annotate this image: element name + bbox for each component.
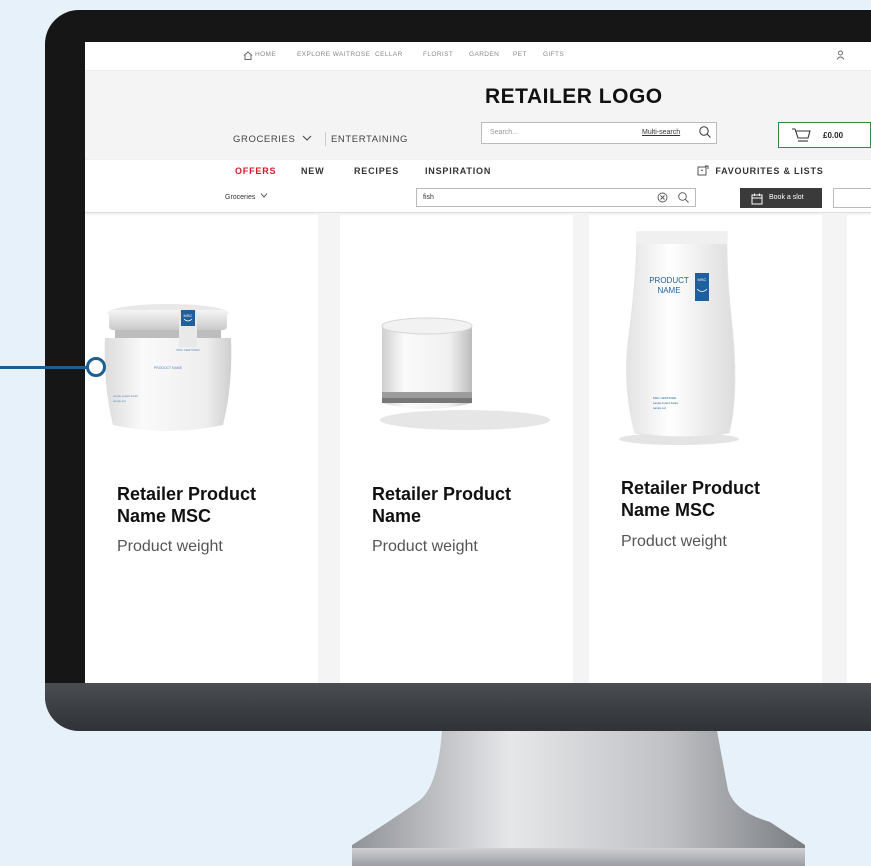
product-name[interactable]: Retailer Product Name — [372, 483, 511, 527]
product-name[interactable]: Retailer Product Name MSC — [117, 483, 256, 527]
product-search-field[interactable]: fish — [416, 188, 696, 207]
product-name-line-1: Retailer Product — [117, 484, 257, 504]
search-icon[interactable] — [698, 125, 712, 144]
menu-new[interactable]: NEW — [301, 166, 324, 176]
entertaining-menu[interactable]: ENTERTAINING — [331, 134, 408, 145]
product-name-line-1: Retailer Product — [372, 484, 512, 504]
search-box[interactable]: Search... Multi-search — [481, 122, 717, 144]
clear-search-icon[interactable] — [657, 192, 668, 205]
product-name-line-1: Retailer Product — [621, 478, 761, 498]
nav-pet[interactable]: PET — [513, 51, 527, 58]
main-menu: OFFERS NEW RECIPES INSPIRATION FAVOURITE… — [85, 159, 871, 183]
home-icon[interactable] — [243, 51, 253, 62]
callout-marker — [86, 357, 106, 377]
product-label-text: PRODUCT NAME — [154, 366, 183, 370]
basket-icon — [791, 127, 811, 148]
chevron-down-icon — [260, 193, 268, 198]
product-name-line-2: Name MSC — [117, 506, 212, 526]
divider — [325, 132, 326, 146]
groceries-menu[interactable]: GROCERIES — [233, 134, 312, 145]
svg-text:sample text: sample text — [113, 400, 126, 403]
product-image-pouch: PRODUCT NAME MSC MSC CERTIFIED sample pr… — [619, 231, 739, 445]
favourites-label: FAVOURITES & LISTS — [715, 166, 824, 176]
svg-text:sample product details: sample product details — [653, 402, 679, 405]
book-slot-label: Book a slot — [769, 194, 804, 201]
svg-text:MSC CERTIFIED: MSC CERTIFIED — [176, 348, 200, 352]
nav-garden[interactable]: GARDEN — [469, 51, 499, 58]
calendar-icon — [751, 192, 763, 210]
product-weight: Product weight — [117, 538, 223, 555]
menu-inspiration[interactable]: INSPIRATION — [425, 166, 491, 176]
chevron-down-icon — [302, 135, 312, 141]
nav-florist[interactable]: FLORIST — [423, 51, 453, 58]
search-input[interactable]: Search... — [490, 129, 518, 136]
basket-total: £0.00 — [823, 131, 844, 140]
favourites-lists-link[interactable]: FAVOURITES & LISTS — [697, 165, 824, 176]
category-select-value: Groceries — [225, 194, 256, 201]
svg-text:MSC CERTIFIED: MSC CERTIFIED — [653, 396, 677, 400]
svg-text:sample product details: sample product details — [113, 395, 139, 398]
product-name[interactable]: Retailer Product Name MSC — [621, 477, 760, 521]
svg-text:MSC: MSC — [184, 313, 193, 318]
browser-screen: HOME EXPLORE WAITROSE CELLAR FLORIST GAR… — [85, 42, 871, 683]
search-toolbar: Groceries fish Book a slot — [85, 182, 871, 213]
product-card[interactable]: MSC MSC CERTIFIED PRODUCT NAME sample pr… — [85, 215, 318, 683]
nav-explore-waitrose[interactable]: EXPLORE WAITROSE — [297, 51, 370, 58]
svg-text:NAME: NAME — [657, 286, 680, 295]
product-name-line-2: Name MSC — [621, 500, 716, 520]
favourites-icon — [697, 165, 709, 176]
nav-gifts[interactable]: GIFTS — [543, 51, 564, 58]
svg-text:sample text: sample text — [653, 407, 666, 410]
product-card[interactable]: Retailer Product Name Product weight — [340, 215, 573, 683]
secondary-button[interactable] — [833, 188, 871, 208]
top-nav: HOME EXPLORE WAITROSE CELLAR FLORIST GAR… — [85, 42, 871, 71]
account-icon[interactable] — [836, 50, 845, 62]
product-name-line-2: Name — [372, 506, 422, 526]
menu-recipes[interactable]: RECIPES — [354, 166, 399, 176]
callout-line — [0, 366, 90, 369]
product-image-tin — [380, 317, 550, 430]
menu-offers[interactable]: OFFERS — [235, 166, 276, 176]
category-select[interactable]: Groceries — [225, 193, 268, 201]
nav-home[interactable]: HOME — [255, 51, 276, 58]
book-slot-button[interactable]: Book a slot — [740, 188, 822, 208]
nav-cellar[interactable]: CELLAR — [375, 51, 403, 58]
product-card-partial[interactable] — [847, 215, 871, 683]
product-image-jar: MSC MSC CERTIFIED PRODUCT NAME sample pr… — [104, 304, 232, 431]
product-label-text: PRODUCT — [649, 276, 689, 285]
groceries-label: GROCERIES — [233, 134, 296, 145]
multi-search-link[interactable]: Multi-search — [642, 129, 680, 136]
product-search-value[interactable]: fish — [423, 194, 434, 201]
basket-button[interactable]: £0.00 — [778, 122, 871, 148]
svg-text:MSC: MSC — [698, 277, 707, 282]
product-weight: Product weight — [621, 533, 727, 550]
retailer-logo[interactable]: RETAILER LOGO — [485, 85, 663, 109]
product-card[interactable]: PRODUCT NAME MSC MSC CERTIFIED sample pr… — [589, 215, 822, 683]
product-weight: Product weight — [372, 538, 478, 555]
search-icon[interactable] — [677, 191, 690, 209]
